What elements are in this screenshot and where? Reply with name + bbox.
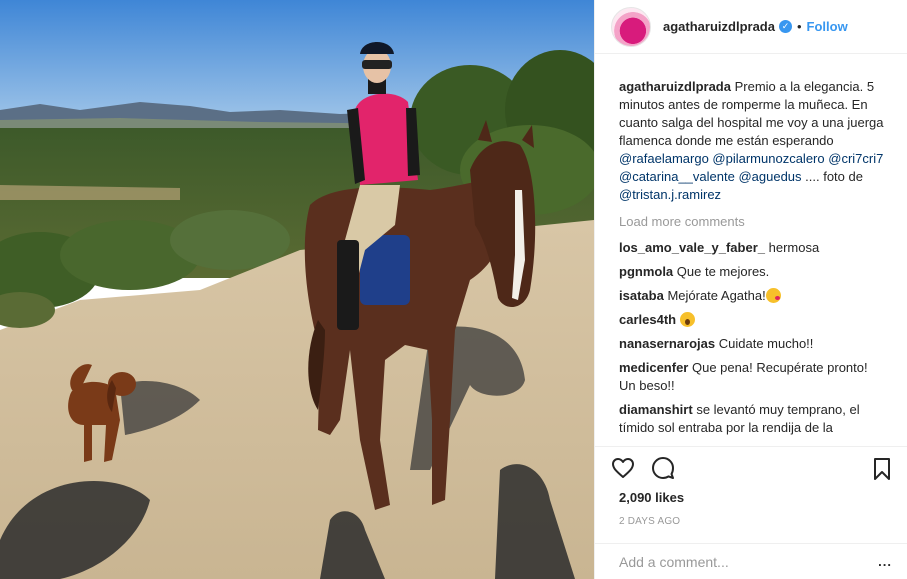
caption-username[interactable]: agatharuizdlprada bbox=[619, 79, 731, 94]
comment-item: medicenfer Que pena! Recupérate pronto! … bbox=[619, 359, 886, 395]
mention-link[interactable]: @aguedus bbox=[738, 169, 801, 184]
comment-username[interactable]: medicenfer bbox=[619, 360, 688, 375]
mention-link[interactable]: @rafaelamargo bbox=[619, 151, 709, 166]
more-options-button[interactable]: ... bbox=[878, 554, 892, 569]
comment-icon[interactable] bbox=[651, 456, 675, 480]
bookmark-icon[interactable] bbox=[872, 458, 892, 480]
add-comment-bar: ... bbox=[595, 543, 907, 579]
comment-item: isataba Mejórate Agatha! bbox=[619, 287, 886, 305]
comment-item: los_amo_vale_y_faber_ hermosa bbox=[619, 239, 886, 257]
post-caption: agatharuizdlprada Premio a la elegancia.… bbox=[619, 78, 886, 204]
likes-count[interactable]: 2,090 likes bbox=[611, 489, 892, 507]
comment-username[interactable]: pgnmola bbox=[619, 264, 673, 279]
mention-link[interactable]: @catarina__valente bbox=[619, 169, 735, 184]
comment-item: carles4th bbox=[619, 311, 886, 329]
post-author-username[interactable]: agatharuizdlprada bbox=[663, 19, 775, 34]
follow-button[interactable]: Follow bbox=[807, 19, 848, 34]
comment-username[interactable]: los_amo_vale_y_faber_ bbox=[619, 240, 765, 255]
load-more-comments-button[interactable]: Load more comments bbox=[619, 213, 886, 231]
photo-horse-rider-dog bbox=[0, 0, 594, 579]
comments-list[interactable]: agatharuizdlprada Premio a la elegancia.… bbox=[595, 78, 907, 444]
comment-text: Que te mejores. bbox=[676, 264, 770, 279]
header-separator: • bbox=[796, 19, 802, 34]
comment-username[interactable]: carles4th bbox=[619, 312, 676, 327]
post-timestamp[interactable]: 2 DAYS AGO bbox=[611, 516, 892, 527]
comment-text: Mejórate Agatha! bbox=[667, 288, 766, 303]
comment-item: diamanshirt se levantó muy temprano, el … bbox=[619, 401, 886, 437]
comment-username[interactable]: isataba bbox=[619, 288, 664, 303]
mention-link[interactable]: @pilarmunozcalero bbox=[712, 151, 824, 166]
mention-link[interactable]: @cri7cri7 bbox=[828, 151, 883, 166]
kiss-emoji-icon bbox=[765, 288, 781, 303]
post-actions: 2,090 likes 2 DAYS AGO bbox=[595, 446, 907, 527]
comment-item: nanasernarojas Cuidate mucho!! bbox=[619, 335, 886, 353]
comment-username[interactable]: nanasernarojas bbox=[619, 336, 715, 351]
action-icons-row bbox=[611, 447, 892, 489]
comment-text: Cuidate mucho!! bbox=[718, 336, 814, 351]
instagram-post-view: agatharuizdlprada ✓ • Follow agatharuizd… bbox=[0, 0, 907, 579]
comment-username[interactable]: diamanshirt bbox=[619, 402, 693, 417]
comment-text: hermosa bbox=[768, 240, 820, 255]
comment-item: pgnmola Que te mejores. bbox=[619, 263, 886, 281]
caption-suffix: .... foto de bbox=[805, 169, 863, 184]
post-header: agatharuizdlprada ✓ • Follow bbox=[595, 0, 907, 54]
scream-emoji-icon bbox=[679, 312, 695, 327]
post-sidebar: agatharuizdlprada ✓ • Follow agatharuizd… bbox=[594, 0, 907, 579]
add-comment-input[interactable] bbox=[619, 553, 879, 570]
photo-credit-link[interactable]: @tristan.j.ramirez bbox=[619, 187, 721, 202]
heart-icon[interactable] bbox=[611, 456, 635, 480]
verified-badge-icon: ✓ bbox=[778, 20, 792, 33]
avatar[interactable] bbox=[611, 6, 651, 47]
post-photo[interactable] bbox=[0, 0, 594, 579]
